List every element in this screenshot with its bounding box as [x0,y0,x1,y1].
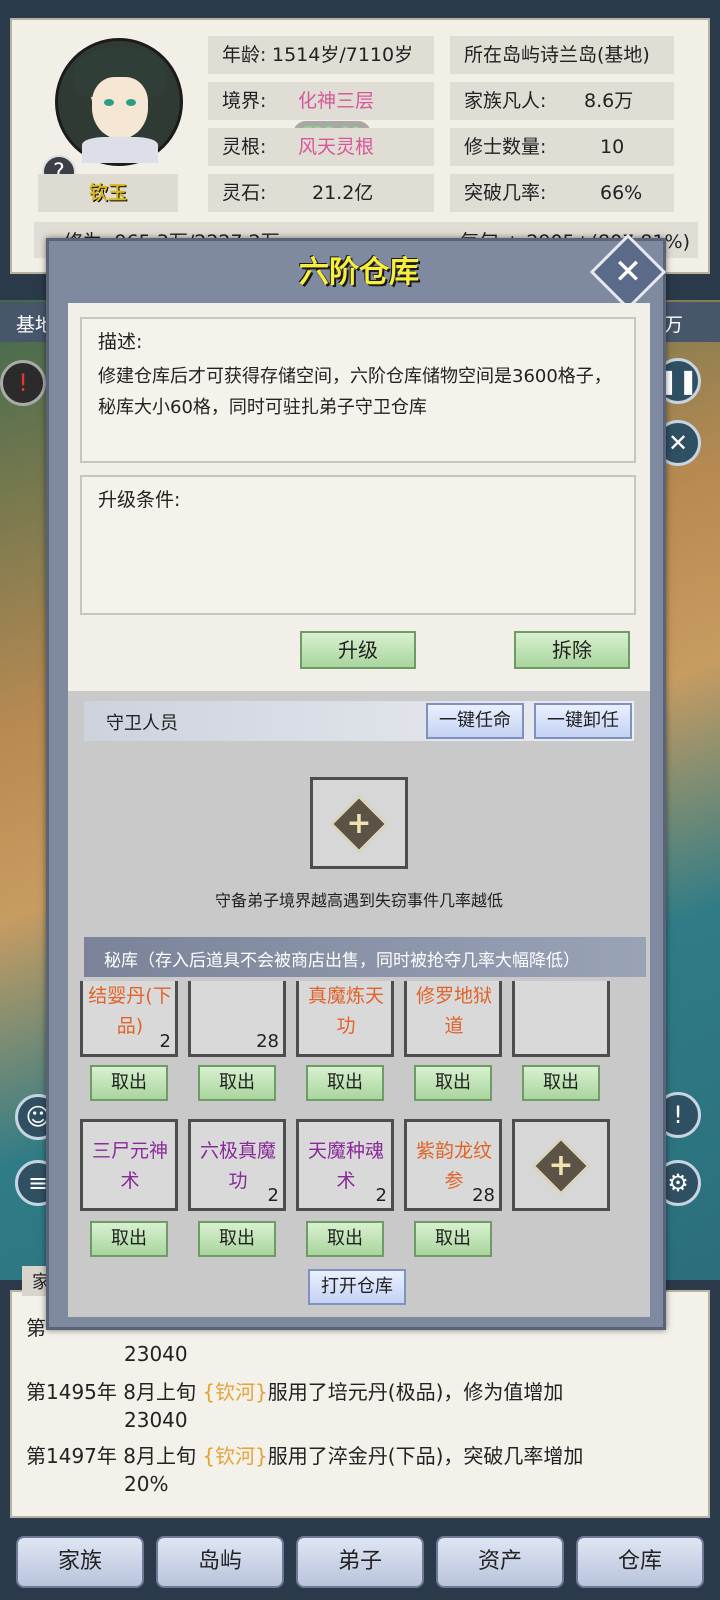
log-line: 23040 [124,1342,188,1366]
take-out-button[interactable]: 取出 [522,1065,600,1101]
take-out-button[interactable]: 取出 [414,1065,492,1101]
take-out-button[interactable]: 取出 [306,1221,384,1257]
take-out-button[interactable]: 取出 [90,1065,168,1101]
age-stat: 年龄: 1514岁/7110岁 [208,36,434,74]
avatar[interactable] [55,38,183,166]
cultivator-count-stat: 修士数量: 10 [450,128,674,166]
vault-item[interactable]: 三尸元神术 [80,1119,178,1211]
vault-item[interactable] [512,981,610,1057]
guard-slot[interactable]: + [310,777,408,869]
nav-island[interactable]: 岛屿 [156,1536,284,1588]
plus-icon: + [346,806,372,841]
open-warehouse-button[interactable]: 打开仓库 [308,1269,406,1305]
nav-family[interactable]: 家族 [16,1536,144,1588]
upgrade-conditions-header: 升级条件: [98,489,181,511]
warehouse-modal: 六阶仓库 ✕ 描述: 修建仓库后才可获得存储空间，六阶仓库储物空间是3600格子… [46,233,667,1330]
family-mortals-stat: 家族凡人: 8.6万 [450,82,674,120]
character-name: 钦玉 [38,174,178,212]
take-out-button[interactable]: 取出 [90,1221,168,1257]
spirit-root-stat: 灵根: 风天灵根 [208,128,434,166]
upgrade-button[interactable]: 升级 [300,631,416,669]
realm-stat: 境界: 化神三层 [208,82,434,120]
guard-note: 守备弟子境界越高遇到失窃事件几率越低 [214,891,503,910]
log-line: 23040 [124,1408,188,1432]
vault-item[interactable]: 修罗地狱道 [404,981,502,1057]
nav-assets[interactable]: 资产 [436,1536,564,1588]
dismiss-all-button[interactable]: 一键卸任 [534,703,632,739]
map-bar-right-label: 万 [664,314,684,336]
spirit-stone-stat: 灵石: 21.2亿 [208,174,434,212]
description-text: 修建仓库后才可获得存储空间，六阶仓库储物空间是3600格子，秘库大小60格，同时… [98,366,612,418]
vault-item[interactable]: 结婴丹(下品) 2 [80,981,178,1057]
log-line: 第1497年 8月上旬 {钦河}服用了淬金丹(下品)，突破几率增加 [26,1444,584,1468]
take-out-button[interactable]: 取出 [306,1065,384,1101]
island-stat: 所在岛屿诗兰岛(基地) [450,36,674,74]
vault-title: 秘库（存入后道具不会被商店出售，同时被抢夺几率大幅降低） [104,951,580,971]
character-panel: ? 钦玉 年龄:1514岁/7110岁 境界:化神三层 FPS:60 灵根:风天… [10,18,710,274]
description-box: 描述: 修建仓库后才可获得存储空间，六阶仓库储物空间是3600格子，秘库大小60… [80,317,636,463]
vault-item[interactable]: 真魔炼天功 [296,981,394,1057]
guard-title: 守卫人员 [106,713,178,734]
upgrade-conditions-box: 升级条件: [80,475,636,615]
nav-warehouse[interactable]: 仓库 [576,1536,704,1588]
modal-body: 描述: 修建仓库后才可获得存储空间，六阶仓库储物空间是3600格子，秘库大小60… [68,303,650,1317]
close-button[interactable]: ✕ [589,233,667,311]
vault-item[interactable]: 六极真魔功 2 [188,1119,286,1211]
plus-icon: + [548,1148,574,1183]
log-line: 第 [26,1316,46,1340]
add-vault-item-slot[interactable]: + [512,1119,610,1211]
appoint-all-button[interactable]: 一键任命 [426,703,524,739]
breakthrough-stat: 突破几率: 66% [450,174,674,212]
alert-icon[interactable]: ! [0,360,46,406]
take-out-button[interactable]: 取出 [414,1221,492,1257]
log-line: 20% [124,1472,169,1496]
vault-header: 秘库（存入后道具不会被商店出售，同时被抢夺几率大幅降低） [84,937,646,977]
nav-disciples[interactable]: 弟子 [296,1536,424,1588]
close-icon: ✕ [613,252,643,292]
take-out-button[interactable]: 取出 [198,1221,276,1257]
vault-item[interactable]: 28 [188,981,286,1057]
guard-section: 守卫人员 一键任命 一键卸任 + 守备弟子境界越高遇到失窃事件几率越低 秘库（存… [68,691,650,1317]
log-line: 第1495年 8月上旬 {钦河}服用了培元丹(极品)，修为值增加 [26,1380,564,1404]
vault-item[interactable]: 紫韵龙纹参 28 [404,1119,502,1211]
take-out-button[interactable]: 取出 [198,1065,276,1101]
demolish-button[interactable]: 拆除 [514,631,630,669]
description-header: 描述: [98,331,143,353]
vault-item[interactable]: 天魔种魂术 2 [296,1119,394,1211]
modal-title: 六阶仓库 [299,255,419,290]
